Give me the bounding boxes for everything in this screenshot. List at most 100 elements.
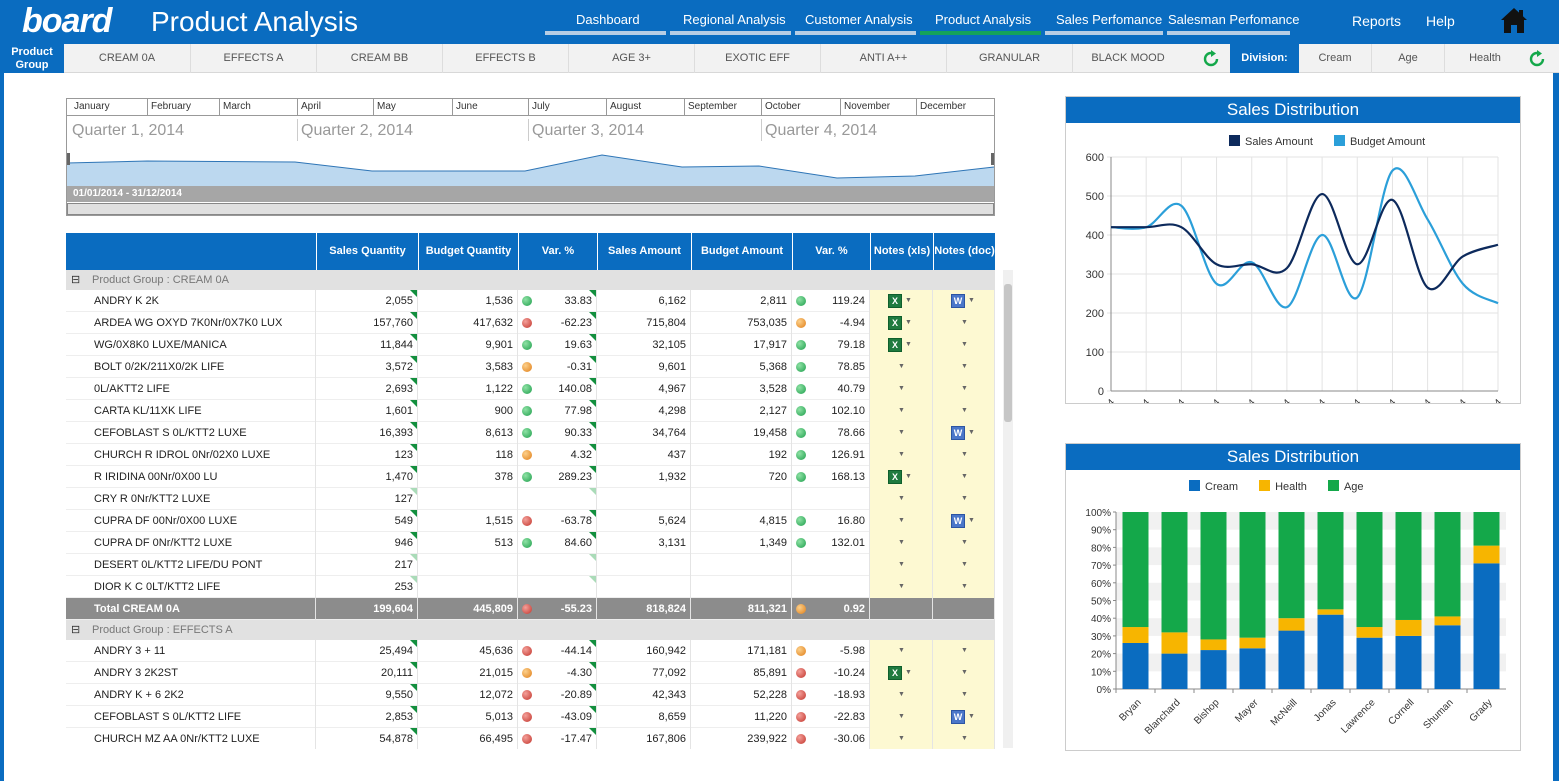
month-divider xyxy=(840,99,841,115)
col-notes-xls[interactable]: Notes (xls) xyxy=(870,233,933,270)
dropdown-arrow-icon[interactable]: ▼ xyxy=(961,334,968,356)
dropdown-arrow-icon[interactable]: ▼ xyxy=(961,576,968,598)
dropdown-arrow-icon[interactable]: ▼ xyxy=(905,312,912,334)
dropdown-arrow-icon[interactable]: ▼ xyxy=(905,334,912,356)
dropdown-arrow-icon[interactable]: ▼ xyxy=(961,488,968,510)
dropdown-arrow-icon[interactable]: ▼ xyxy=(898,684,905,706)
grid-scroll-thumb[interactable] xyxy=(1004,284,1012,422)
timeline-selector[interactable]: January February March April May June Ju… xyxy=(66,98,995,216)
home-icon[interactable] xyxy=(1500,6,1528,34)
col-sales-amount[interactable]: Sales Amount xyxy=(597,233,691,270)
nav-salesman-performance[interactable]: Salesman Perfomance xyxy=(1168,12,1300,27)
col-sales-quantity[interactable]: Sales Quantity xyxy=(316,233,418,270)
dropdown-arrow-icon[interactable]: ▼ xyxy=(968,290,975,312)
dropdown-arrow-icon[interactable]: ▼ xyxy=(898,576,905,598)
col-budget-quantity[interactable]: Budget Quantity xyxy=(418,233,518,270)
dropdown-arrow-icon[interactable]: ▼ xyxy=(905,466,912,488)
dropdown-arrow-icon[interactable]: ▼ xyxy=(968,510,975,532)
excel-note-icon[interactable]: X xyxy=(888,666,902,680)
dropdown-arrow-icon[interactable]: ▼ xyxy=(968,422,975,444)
reports-link[interactable]: Reports xyxy=(1352,13,1401,29)
filter-exotic-eff[interactable]: EXOTIC EFF xyxy=(695,44,821,73)
word-note-icon[interactable]: W xyxy=(951,426,965,440)
dropdown-arrow-icon[interactable]: ▼ xyxy=(905,290,912,312)
dropdown-arrow-icon[interactable]: ▼ xyxy=(961,312,968,334)
filter-anti-a[interactable]: ANTI A++ xyxy=(821,44,947,73)
filter-black-mood[interactable]: BLACK MOOD xyxy=(1073,44,1183,73)
refresh-division-icon[interactable] xyxy=(1528,50,1546,68)
cell-bq xyxy=(418,488,518,510)
word-note-icon[interactable]: W xyxy=(951,514,965,528)
nav-dashboard[interactable]: Dashboard xyxy=(576,12,640,27)
filter-cream-0a[interactable]: CREAM 0A xyxy=(64,44,191,73)
y-tick-label: 100 xyxy=(1086,347,1104,359)
excel-note-icon[interactable]: X xyxy=(888,470,902,484)
table-row: DESERT 0L/KTT2 LIFE/DU PONT 217 ▼ ▼ xyxy=(66,554,995,576)
cell-ba: 192 xyxy=(691,444,792,466)
dropdown-arrow-icon[interactable]: ▼ xyxy=(898,510,905,532)
dropdown-arrow-icon[interactable]: ▼ xyxy=(898,728,905,749)
dropdown-arrow-icon[interactable]: ▼ xyxy=(898,532,905,554)
dropdown-arrow-icon[interactable]: ▼ xyxy=(961,662,968,684)
notes-doc-cell[interactable] xyxy=(933,598,995,620)
excel-note-icon[interactable]: X xyxy=(888,316,902,330)
excel-note-icon[interactable]: X xyxy=(888,338,902,352)
month-divider xyxy=(606,99,607,115)
word-note-icon[interactable]: W xyxy=(951,710,965,724)
grid-vertical-scrollbar[interactable] xyxy=(1003,270,1013,748)
dropdown-arrow-icon[interactable]: ▼ xyxy=(961,532,968,554)
dropdown-arrow-icon[interactable]: ▼ xyxy=(898,488,905,510)
filter-effects-a[interactable]: EFFECTS A xyxy=(191,44,317,73)
nav-product-analysis[interactable]: Product Analysis xyxy=(935,12,1031,27)
group-header-row[interactable]: ⊟ Product Group : EFFECTS A xyxy=(66,620,995,640)
dropdown-arrow-icon[interactable]: ▼ xyxy=(898,378,905,400)
collapse-toggle-icon[interactable]: ⊟ xyxy=(71,620,80,640)
dropdown-arrow-icon[interactable]: ▼ xyxy=(961,640,968,662)
filter-granular[interactable]: GRANULAR xyxy=(947,44,1073,73)
dropdown-arrow-icon[interactable]: ▼ xyxy=(898,640,905,662)
nav-regional-analysis[interactable]: Regional Analysis xyxy=(683,12,786,27)
help-link[interactable]: Help xyxy=(1426,13,1455,29)
dropdown-arrow-icon[interactable]: ▼ xyxy=(905,662,912,684)
x-tick-label: Mayer xyxy=(1233,697,1261,725)
dropdown-arrow-icon[interactable]: ▼ xyxy=(961,356,968,378)
col-budget-amount[interactable]: Budget Amount xyxy=(691,233,792,270)
division-health[interactable]: Health xyxy=(1445,44,1525,73)
dropdown-arrow-icon[interactable]: ▼ xyxy=(898,422,905,444)
division-age[interactable]: Age xyxy=(1372,44,1445,73)
dropdown-arrow-icon[interactable]: ▼ xyxy=(898,554,905,576)
excel-note-icon[interactable]: X xyxy=(888,294,902,308)
nav-customer-analysis[interactable]: Customer Analysis xyxy=(805,12,913,27)
dropdown-arrow-icon[interactable]: ▼ xyxy=(898,400,905,422)
col-notes-doc[interactable]: Notes (doc) xyxy=(933,233,995,270)
bar-segment-age xyxy=(1473,512,1500,546)
cell-sq: 946 xyxy=(316,532,418,554)
dropdown-arrow-icon[interactable]: ▼ xyxy=(961,554,968,576)
dropdown-arrow-icon[interactable]: ▼ xyxy=(961,400,968,422)
collapse-toggle-icon[interactable]: ⊟ xyxy=(71,270,80,290)
col-var-pct-amount[interactable]: Var. % xyxy=(792,233,870,270)
filter-effects-b[interactable]: EFFECTS B xyxy=(443,44,569,73)
dropdown-arrow-icon[interactable]: ▼ xyxy=(961,444,968,466)
dropdown-arrow-icon[interactable]: ▼ xyxy=(961,684,968,706)
nav-sales-performance[interactable]: Sales Perfomance xyxy=(1056,12,1162,27)
cell-sq: 2,693 xyxy=(316,378,418,400)
filter-cream-bb[interactable]: CREAM BB xyxy=(317,44,443,73)
bar-segment-cream xyxy=(1122,642,1149,689)
timeline-scrollbar[interactable] xyxy=(67,203,994,215)
dropdown-arrow-icon[interactable]: ▼ xyxy=(898,706,905,728)
dropdown-arrow-icon[interactable]: ▼ xyxy=(898,356,905,378)
dropdown-arrow-icon[interactable]: ▼ xyxy=(968,706,975,728)
dropdown-arrow-icon[interactable]: ▼ xyxy=(961,378,968,400)
col-var-pct-qty[interactable]: Var. % xyxy=(518,233,597,270)
filter-age-3plus[interactable]: AGE 3+ xyxy=(569,44,695,73)
notes-xls-cell[interactable] xyxy=(870,598,933,620)
division-cream[interactable]: Cream xyxy=(1299,44,1372,73)
dropdown-arrow-icon[interactable]: ▼ xyxy=(961,466,968,488)
word-note-icon[interactable]: W xyxy=(951,294,965,308)
dropdown-arrow-icon[interactable]: ▼ xyxy=(961,728,968,749)
table-row: CRY R 0Nr/KTT2 LUXE 127 ▼ ▼ xyxy=(66,488,995,510)
refresh-product-group-icon[interactable] xyxy=(1202,50,1220,68)
dropdown-arrow-icon[interactable]: ▼ xyxy=(898,444,905,466)
group-header-row[interactable]: ⊟ Product Group : CREAM 0A xyxy=(66,270,995,290)
